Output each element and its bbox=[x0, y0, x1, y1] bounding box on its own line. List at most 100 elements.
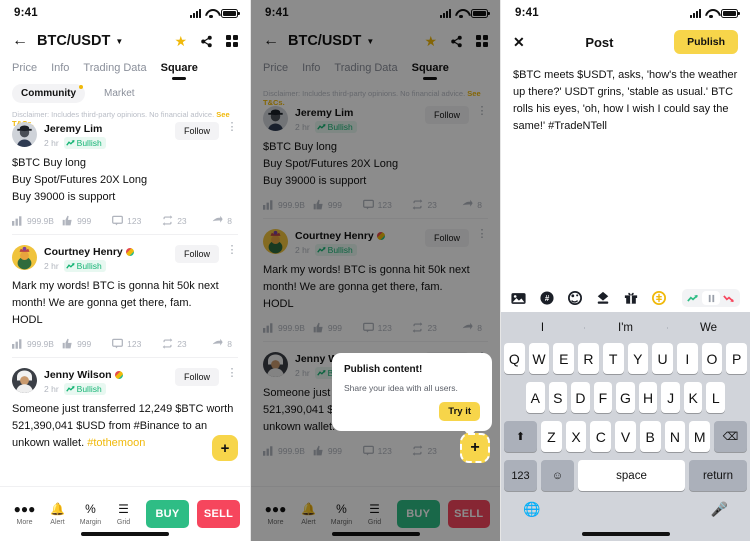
bearish-arrow-icon[interactable] bbox=[720, 291, 738, 305]
avatar[interactable] bbox=[12, 368, 37, 393]
gift-icon[interactable] bbox=[623, 291, 638, 306]
key-x[interactable]: X bbox=[565, 421, 587, 452]
key-c[interactable]: C bbox=[590, 421, 612, 452]
stat-views[interactable]: 999.9B bbox=[12, 339, 62, 349]
post-text: $BTC Buy long Buy Spot/Futures 20X Long … bbox=[12, 157, 148, 203]
stat-reposts[interactable]: 23 bbox=[162, 215, 212, 226]
key-r[interactable]: R bbox=[578, 343, 599, 374]
stat-comments[interactable]: 123 bbox=[112, 215, 162, 226]
post-feed[interactable]: Jeremy Lim 2 hr Bullish Follow ⋮ $BTC Bu… bbox=[0, 116, 250, 541]
on-screen-keyboard[interactable]: I I'm We Q W E R T Y U I O P A S D F G H… bbox=[501, 312, 750, 541]
list-item[interactable]: Courtney Henry 2 hr Bullish Follow ⋮ Mar… bbox=[0, 239, 250, 362]
follow-button[interactable]: Follow bbox=[174, 122, 219, 140]
image-icon[interactable] bbox=[511, 291, 526, 306]
key-w[interactable]: W bbox=[528, 343, 550, 374]
post-username[interactable]: Courtney Henry bbox=[44, 246, 168, 258]
key-h[interactable]: H bbox=[638, 382, 658, 413]
stat-shares[interactable]: 8 bbox=[212, 215, 238, 226]
key-a[interactable]: A bbox=[525, 382, 545, 413]
key-j[interactable]: J bbox=[661, 382, 680, 413]
key-k[interactable]: K bbox=[683, 382, 703, 413]
share-icon[interactable] bbox=[200, 35, 213, 48]
compose-fab-button[interactable]: + bbox=[212, 435, 238, 461]
key-l[interactable]: L bbox=[706, 382, 726, 413]
key-q[interactable]: Q bbox=[503, 343, 525, 374]
action-more[interactable]: ●●● More bbox=[8, 502, 41, 526]
star-icon[interactable]: ★ bbox=[174, 34, 187, 48]
sentiment-segmented-control[interactable] bbox=[682, 289, 740, 307]
subtab-community[interactable]: Community bbox=[12, 84, 85, 103]
key-g[interactable]: G bbox=[616, 382, 635, 413]
stat-shares[interactable]: 8 bbox=[212, 338, 238, 349]
stat-likes[interactable]: 999 bbox=[62, 215, 112, 226]
key-n[interactable]: N bbox=[664, 421, 686, 452]
return-key[interactable]: return bbox=[689, 460, 747, 491]
key-v[interactable]: V bbox=[615, 421, 636, 452]
key-y[interactable]: Y bbox=[627, 343, 649, 374]
tab-info[interactable]: Info bbox=[51, 62, 69, 80]
mention-sticker-icon[interactable] bbox=[567, 291, 582, 306]
post-username[interactable]: Jenny Wilson bbox=[44, 369, 168, 381]
stat-likes[interactable]: 999 bbox=[62, 338, 112, 349]
tab-price[interactable]: Price bbox=[12, 62, 37, 80]
key-o[interactable]: O bbox=[701, 343, 723, 374]
numeric-key[interactable]: 123 bbox=[504, 460, 537, 491]
shift-icon[interactable]: ⬆ bbox=[503, 421, 537, 452]
post-hashtag[interactable]: #tothemoon bbox=[87, 437, 145, 449]
action-margin[interactable]: % Margin bbox=[74, 502, 107, 526]
key-u[interactable]: U bbox=[652, 343, 673, 374]
stat-views[interactable]: 999.9B bbox=[12, 216, 62, 226]
compose-fab-button-highlighted[interactable]: + bbox=[460, 433, 490, 463]
publish-button[interactable]: Publish bbox=[674, 30, 738, 54]
close-icon[interactable]: ✕ bbox=[513, 34, 525, 51]
bullish-arrow-icon[interactable] bbox=[684, 291, 702, 305]
key-i[interactable]: I bbox=[676, 343, 698, 374]
hashtag-icon[interactable]: # bbox=[539, 291, 554, 306]
key-b[interactable]: B bbox=[639, 421, 661, 452]
backspace-icon[interactable]: ⌫ bbox=[714, 421, 748, 452]
grid-icon[interactable] bbox=[226, 35, 238, 47]
emoji-icon[interactable]: ☺ bbox=[541, 460, 574, 491]
back-arrow-icon[interactable]: ← bbox=[12, 33, 28, 49]
key-f[interactable]: F bbox=[593, 382, 613, 413]
avatar[interactable] bbox=[12, 122, 37, 147]
page-title[interactable]: BTC/USDT bbox=[37, 33, 110, 49]
post-more-icon[interactable]: ⋮ bbox=[226, 245, 238, 256]
avatar[interactable] bbox=[12, 245, 37, 270]
key-z[interactable]: Z bbox=[540, 421, 562, 452]
poll-icon[interactable] bbox=[595, 291, 610, 306]
key-p[interactable]: P bbox=[726, 343, 748, 374]
post-username[interactable]: Jeremy Lim bbox=[44, 123, 168, 135]
prediction-1[interactable]: I bbox=[501, 322, 584, 334]
post-more-icon[interactable]: ⋮ bbox=[226, 122, 238, 133]
space-key[interactable]: space bbox=[578, 460, 685, 491]
globe-icon[interactable]: 🌐 bbox=[523, 501, 540, 518]
prediction-2[interactable]: I'm bbox=[584, 322, 667, 334]
chevron-down-icon[interactable]: ▼ bbox=[115, 37, 123, 46]
prediction-3[interactable]: We bbox=[667, 322, 750, 334]
buy-button[interactable]: BUY bbox=[146, 500, 189, 528]
follow-button[interactable]: Follow bbox=[174, 245, 219, 263]
action-alert[interactable]: 🔔 Alert bbox=[41, 502, 74, 526]
try-it-button[interactable]: Try it bbox=[439, 402, 480, 421]
compose-textarea[interactable]: $BTC meets $USDT, asks, 'how's the weath… bbox=[501, 58, 750, 135]
post-more-icon[interactable]: ⋮ bbox=[226, 368, 238, 379]
coin-icon[interactable] bbox=[651, 291, 666, 306]
comment-icon bbox=[112, 338, 124, 349]
sell-button[interactable]: SELL bbox=[197, 500, 240, 528]
key-m[interactable]: M bbox=[689, 421, 711, 452]
list-item[interactable]: Jeremy Lim 2 hr Bullish Follow ⋮ $BTC Bu… bbox=[0, 116, 250, 239]
microphone-icon[interactable]: 🎤 bbox=[711, 501, 728, 518]
neutral-pause-icon[interactable] bbox=[702, 291, 720, 305]
key-t[interactable]: T bbox=[602, 343, 624, 374]
key-d[interactable]: D bbox=[571, 382, 590, 413]
action-grid[interactable]: ☰ Grid bbox=[107, 502, 140, 526]
key-e[interactable]: E bbox=[553, 343, 575, 374]
tab-square[interactable]: Square bbox=[161, 62, 198, 80]
subtab-market[interactable]: Market bbox=[95, 84, 144, 103]
key-s[interactable]: S bbox=[548, 382, 568, 413]
tab-trading-data[interactable]: Trading Data bbox=[83, 62, 146, 80]
stat-comments[interactable]: 123 bbox=[112, 338, 162, 349]
stat-reposts[interactable]: 23 bbox=[162, 338, 212, 349]
follow-button[interactable]: Follow bbox=[174, 368, 219, 386]
